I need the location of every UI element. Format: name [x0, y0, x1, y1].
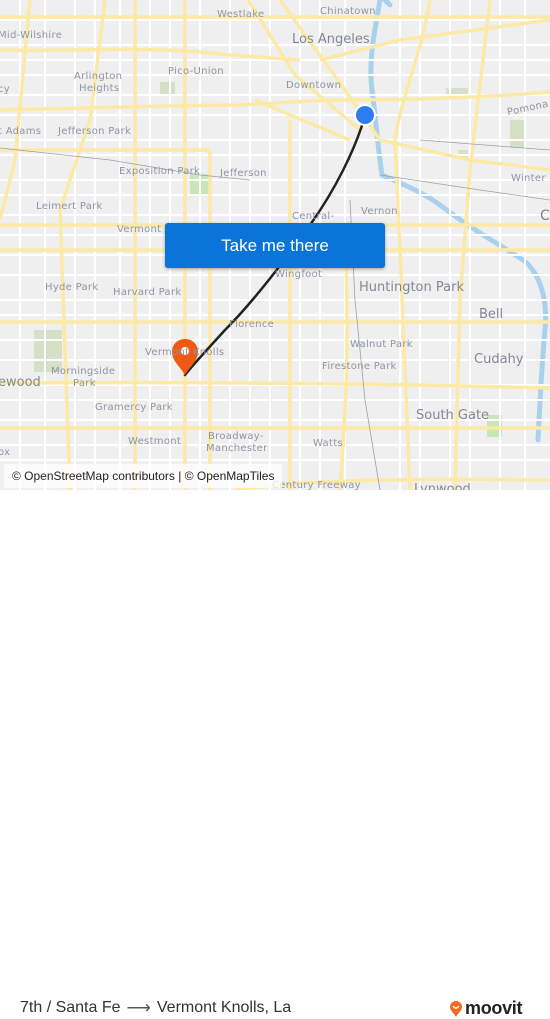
moovit-wordmark: moovit — [465, 998, 523, 1018]
destination-name: Vermont Knolls, La — [156, 999, 292, 1016]
map-place-label: Manchester — [206, 443, 268, 454]
map-place-label: Vermont — [117, 224, 162, 235]
map-place-label: Exposition Park — [119, 166, 201, 177]
map-place-label: Wingfoot — [275, 269, 323, 280]
map-place-label: Morningside — [51, 366, 116, 377]
map-place-label: Hyde Park — [45, 282, 99, 293]
map-place-label: Century Freeway — [272, 480, 361, 491]
map-place-label: Bell — [479, 307, 504, 322]
map-place-label: t Adams — [0, 126, 42, 137]
map-place-label: Watts — [313, 438, 343, 449]
map-place-label: Jefferson — [220, 168, 267, 179]
map-place-label: Vernon — [361, 206, 398, 217]
origin-name: 7th / Santa Fe — [20, 999, 121, 1016]
map-place-label: Lynwood — [414, 482, 471, 490]
map-place-label: ox — [0, 447, 11, 458]
route-title: 7th / Santa Fe ⟶ Vermont Knolls, La — [20, 998, 291, 1018]
map-place-label: Cudahy — [474, 352, 524, 367]
map-place-label: ewood — [0, 375, 41, 390]
map-place-label: Broadway- — [208, 431, 264, 442]
map-place-label: Heights — [79, 83, 120, 94]
map-place-label: Walnut Park — [350, 339, 413, 350]
map-place-label: Huntington Park — [359, 280, 464, 295]
map-place-label: Florence — [229, 319, 275, 330]
map-place-label: Chinatown — [320, 6, 376, 17]
map-place-label: Harvard Park — [113, 287, 182, 298]
map-place-label: South Gate — [416, 408, 490, 423]
map-place-label: Jefferson Park — [58, 126, 132, 137]
map-place-label: Mid-Wilshire — [0, 30, 63, 41]
map-place-label: Park — [73, 378, 96, 389]
moovit-logo[interactable]: moovit — [449, 998, 523, 1019]
map-place-label: Los Angeles — [292, 32, 370, 47]
map-place-label: Westmont — [128, 436, 182, 447]
map-place-label: cy — [0, 84, 11, 95]
map-place-label: Leimert Park — [36, 201, 103, 212]
map-place-label: Central- — [292, 211, 335, 222]
moovit-pin-icon — [450, 1000, 462, 1017]
attribution-text: © OpenStreetMap contributors | © OpenMap… — [12, 469, 275, 483]
footer-bar: 7th / Santa Fe ⟶ Vermont Knolls, La moov… — [0, 490, 550, 1018]
map-place-label: Vermont Knolls — [145, 347, 225, 358]
map-place-label: Winter — [511, 173, 546, 184]
arrow-right-icon: ⟶ — [126, 998, 151, 1017]
map-place-label: Westlake — [217, 9, 265, 20]
map-place-label: Arlington — [74, 71, 123, 82]
map-place-label: Gramercy Park — [95, 402, 173, 413]
map-place-label: Pico-Union — [168, 66, 224, 77]
origin-marker — [354, 104, 376, 126]
take-me-there-button[interactable]: Take me there — [165, 223, 385, 268]
map-place-label: Downtown — [286, 80, 342, 91]
map-view[interactable]: Chinatown Westlake Los Angeles Mid-Wilshire… — [0, 0, 550, 490]
map-place-label: Firestone Park — [322, 361, 397, 372]
map-attribution[interactable]: © OpenStreetMap contributors | © OpenMap… — [4, 464, 283, 488]
map-place-label: C — [540, 208, 550, 224]
